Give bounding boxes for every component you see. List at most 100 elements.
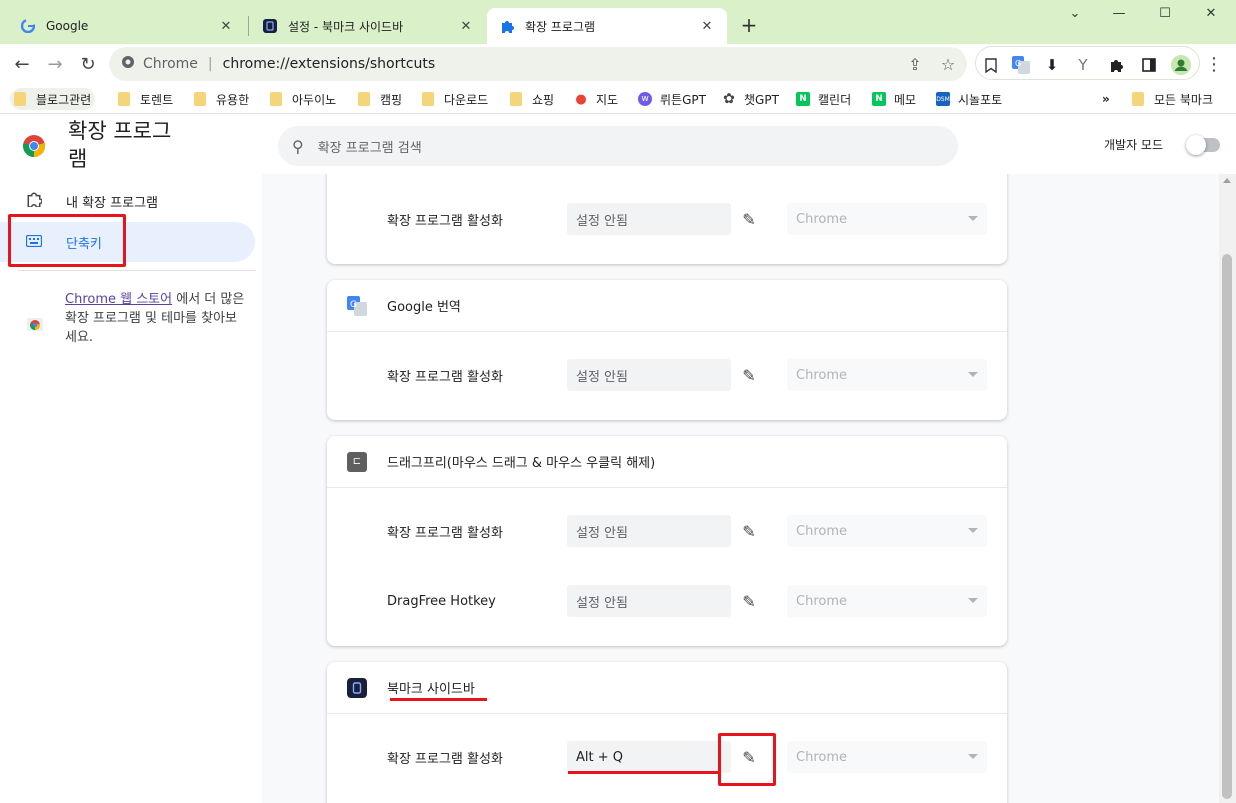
- bookmark-link[interactable]: ● 지도: [570, 88, 622, 110]
- address-bar[interactable]: Chrome | chrome://extensions/shortcuts ⇪…: [109, 47, 967, 81]
- extension-name: 드래그프리(마우스 드래그 & 마우스 우클릭 해제): [387, 456, 656, 471]
- devmode-label: 개발자 모드: [1104, 138, 1164, 152]
- extension-name: 북마크 사이드바: [387, 682, 475, 697]
- bookmark-link[interactable]: w 뤼튼GPT: [634, 88, 710, 110]
- scrollbar-thumb[interactable]: [1222, 254, 1232, 799]
- wrtn-icon: w: [638, 92, 652, 106]
- extensions-puzzle-icon[interactable]: [1106, 55, 1126, 75]
- extension-search-input[interactable]: ⚲ 확장 프로그램 검색: [278, 126, 958, 166]
- star-icon[interactable]: ☆: [938, 54, 958, 74]
- page-title: 확장 프로그램: [68, 119, 172, 171]
- bookmark-link[interactable]: DSM 시놀포토: [932, 88, 1006, 110]
- main-area: 내 확장 프로그램 단축키 Chrome 웹 스토어 에서 더 많은 확장 프로…: [0, 174, 1236, 803]
- bookmark-folder[interactable]: 캠핑: [354, 88, 406, 110]
- tab-extensions[interactable]: 확장 프로그램 ✕: [487, 8, 727, 44]
- sidebar-divider: [18, 270, 256, 271]
- tab-title: 설정 - 북마크 사이드바: [288, 19, 404, 34]
- puzzle-outline-icon: [26, 191, 44, 211]
- shortcut-input[interactable]: 설정 안됨: [567, 359, 731, 391]
- bookmark-folder[interactable]: 아두이노: [266, 88, 340, 110]
- bookmark-label: 아두이노: [292, 92, 337, 107]
- tab-search-icon[interactable]: ⌄: [1052, 6, 1098, 26]
- close-icon[interactable]: ✕: [218, 19, 234, 34]
- caret-down-icon: [968, 528, 978, 533]
- scope-value: Chrome: [796, 523, 847, 539]
- pencil-icon[interactable]: ✎: [737, 363, 761, 387]
- shortcut-row: 확장 프로그램 활성화 설정 안됨 ✎ Chrome: [327, 340, 1007, 410]
- bookmark-folder[interactable]: 블로그관련: [10, 88, 96, 110]
- scroll-up-arrow-icon[interactable]: [1223, 178, 1231, 183]
- bookmark-label: 모든 북마크: [1154, 92, 1214, 107]
- shortcut-label: 확장 프로그램 활성화: [387, 525, 503, 541]
- bookmark-folder[interactable]: 다운로드: [418, 88, 492, 110]
- bookmark-folder[interactable]: 토렌트: [114, 88, 177, 110]
- scope-select[interactable]: Chrome: [787, 359, 987, 391]
- shortcut-input[interactable]: 설정 안됨: [567, 203, 731, 235]
- scope-value: Chrome: [796, 211, 847, 227]
- scope-select[interactable]: Chrome: [787, 585, 987, 617]
- bookmark-label: 다운로드: [444, 92, 489, 107]
- bookmark-bar: 블로그관련 토렌트 유용한 아두이노 캠핑 다운로드 쇼핑 ● 지도 w 뤼튼GPT…: [0, 84, 1236, 114]
- reload-button[interactable]: ↻: [76, 52, 100, 76]
- toolbar: ← → ↻ Chrome | chrome://extensions/short…: [0, 44, 1236, 84]
- shortcut-input[interactable]: 설정 안됨: [567, 515, 731, 547]
- bookmark-icon[interactable]: [981, 55, 1001, 75]
- pencil-icon[interactable]: ✎: [737, 519, 761, 543]
- scope-value: Chrome: [796, 749, 847, 765]
- vertical-scrollbar[interactable]: [1219, 174, 1236, 803]
- search-placeholder: 확장 프로그램 검색: [317, 140, 422, 156]
- tab-settings-bookmark-sidebar[interactable]: 설정 - 북마크 사이드바 ✕: [250, 8, 486, 44]
- download-ext-icon[interactable]: ⬇: [1042, 55, 1062, 75]
- forward-button[interactable]: →: [43, 52, 67, 76]
- shortcut-input[interactable]: Alt + Q: [567, 741, 731, 773]
- scope-value: Chrome: [796, 593, 847, 609]
- web-store-icon: [26, 314, 44, 332]
- extension-card-header: G Google 번역: [327, 280, 1007, 332]
- close-icon[interactable]: ✕: [458, 19, 474, 34]
- close-window-button[interactable]: ✕: [1188, 6, 1234, 26]
- pencil-icon[interactable]: ✎: [737, 207, 761, 231]
- pencil-icon[interactable]: ✎: [737, 589, 761, 613]
- bookmarks-overflow-button[interactable]: »: [1098, 88, 1114, 110]
- new-tab-button[interactable]: +: [737, 14, 761, 38]
- chrome-icon: [121, 55, 135, 73]
- bookmark-link[interactable]: N 캘린더: [792, 88, 855, 110]
- maximize-button[interactable]: ☐: [1142, 6, 1188, 26]
- extension-name: Google 번역: [387, 300, 461, 315]
- shortcut-input[interactable]: 설정 안됨: [567, 585, 731, 617]
- back-button[interactable]: ←: [10, 52, 34, 76]
- scope-select[interactable]: Chrome: [787, 741, 987, 773]
- side-panel-icon[interactable]: [1139, 55, 1159, 75]
- annotation-box-edit: [718, 733, 776, 786]
- web-store-link[interactable]: Chrome 웹 스토어: [65, 292, 172, 307]
- bookmark-sidebar-icon: [262, 18, 278, 34]
- other-bookmarks-folder[interactable]: 모든 북마크: [1128, 88, 1217, 110]
- bookmark-link[interactable]: ✿ 챗GPT: [718, 88, 783, 110]
- dragfree-icon: ⊏: [347, 451, 367, 472]
- extension-card: 확장 프로그램 활성화 설정 안됨 ✎ Chrome: [327, 174, 1007, 264]
- shortcut-row: 확장 프로그램 활성화 설정 안됨 ✎ Chrome: [327, 184, 1007, 254]
- maps-icon: ●: [575, 91, 587, 107]
- bookmark-label: 메모: [894, 92, 917, 107]
- tab-google[interactable]: Google ✕: [8, 8, 246, 44]
- ext-y-icon[interactable]: Y: [1073, 55, 1093, 75]
- extensions-area: G ⬇ Y: [975, 46, 1200, 80]
- svg-text:G: G: [350, 300, 357, 310]
- minimize-button[interactable]: —: [1096, 6, 1142, 26]
- devmode-toggle[interactable]: [1186, 135, 1220, 155]
- sidebar: 내 확장 프로그램 단축키 Chrome 웹 스토어 에서 더 많은 확장 프로…: [0, 174, 262, 803]
- scope-select[interactable]: Chrome: [787, 515, 987, 547]
- bookmark-folder[interactable]: 쇼핑: [506, 88, 558, 110]
- bookmark-label: 캘린더: [818, 92, 852, 107]
- menu-kebab-icon[interactable]: ⋮: [1202, 52, 1226, 76]
- bookmark-label: 챗GPT: [744, 92, 779, 107]
- tab-title: 확장 프로그램: [525, 19, 596, 34]
- scope-select[interactable]: Chrome: [787, 203, 987, 235]
- profile-avatar-icon[interactable]: [1171, 55, 1191, 75]
- share-icon[interactable]: ⇪: [905, 54, 925, 74]
- scope-value: Chrome: [796, 367, 847, 383]
- bookmark-folder[interactable]: 유용한: [190, 88, 253, 110]
- google-translate-icon[interactable]: G: [1011, 55, 1031, 75]
- close-icon[interactable]: ✕: [699, 19, 715, 34]
- bookmark-link[interactable]: N 메모: [868, 88, 920, 110]
